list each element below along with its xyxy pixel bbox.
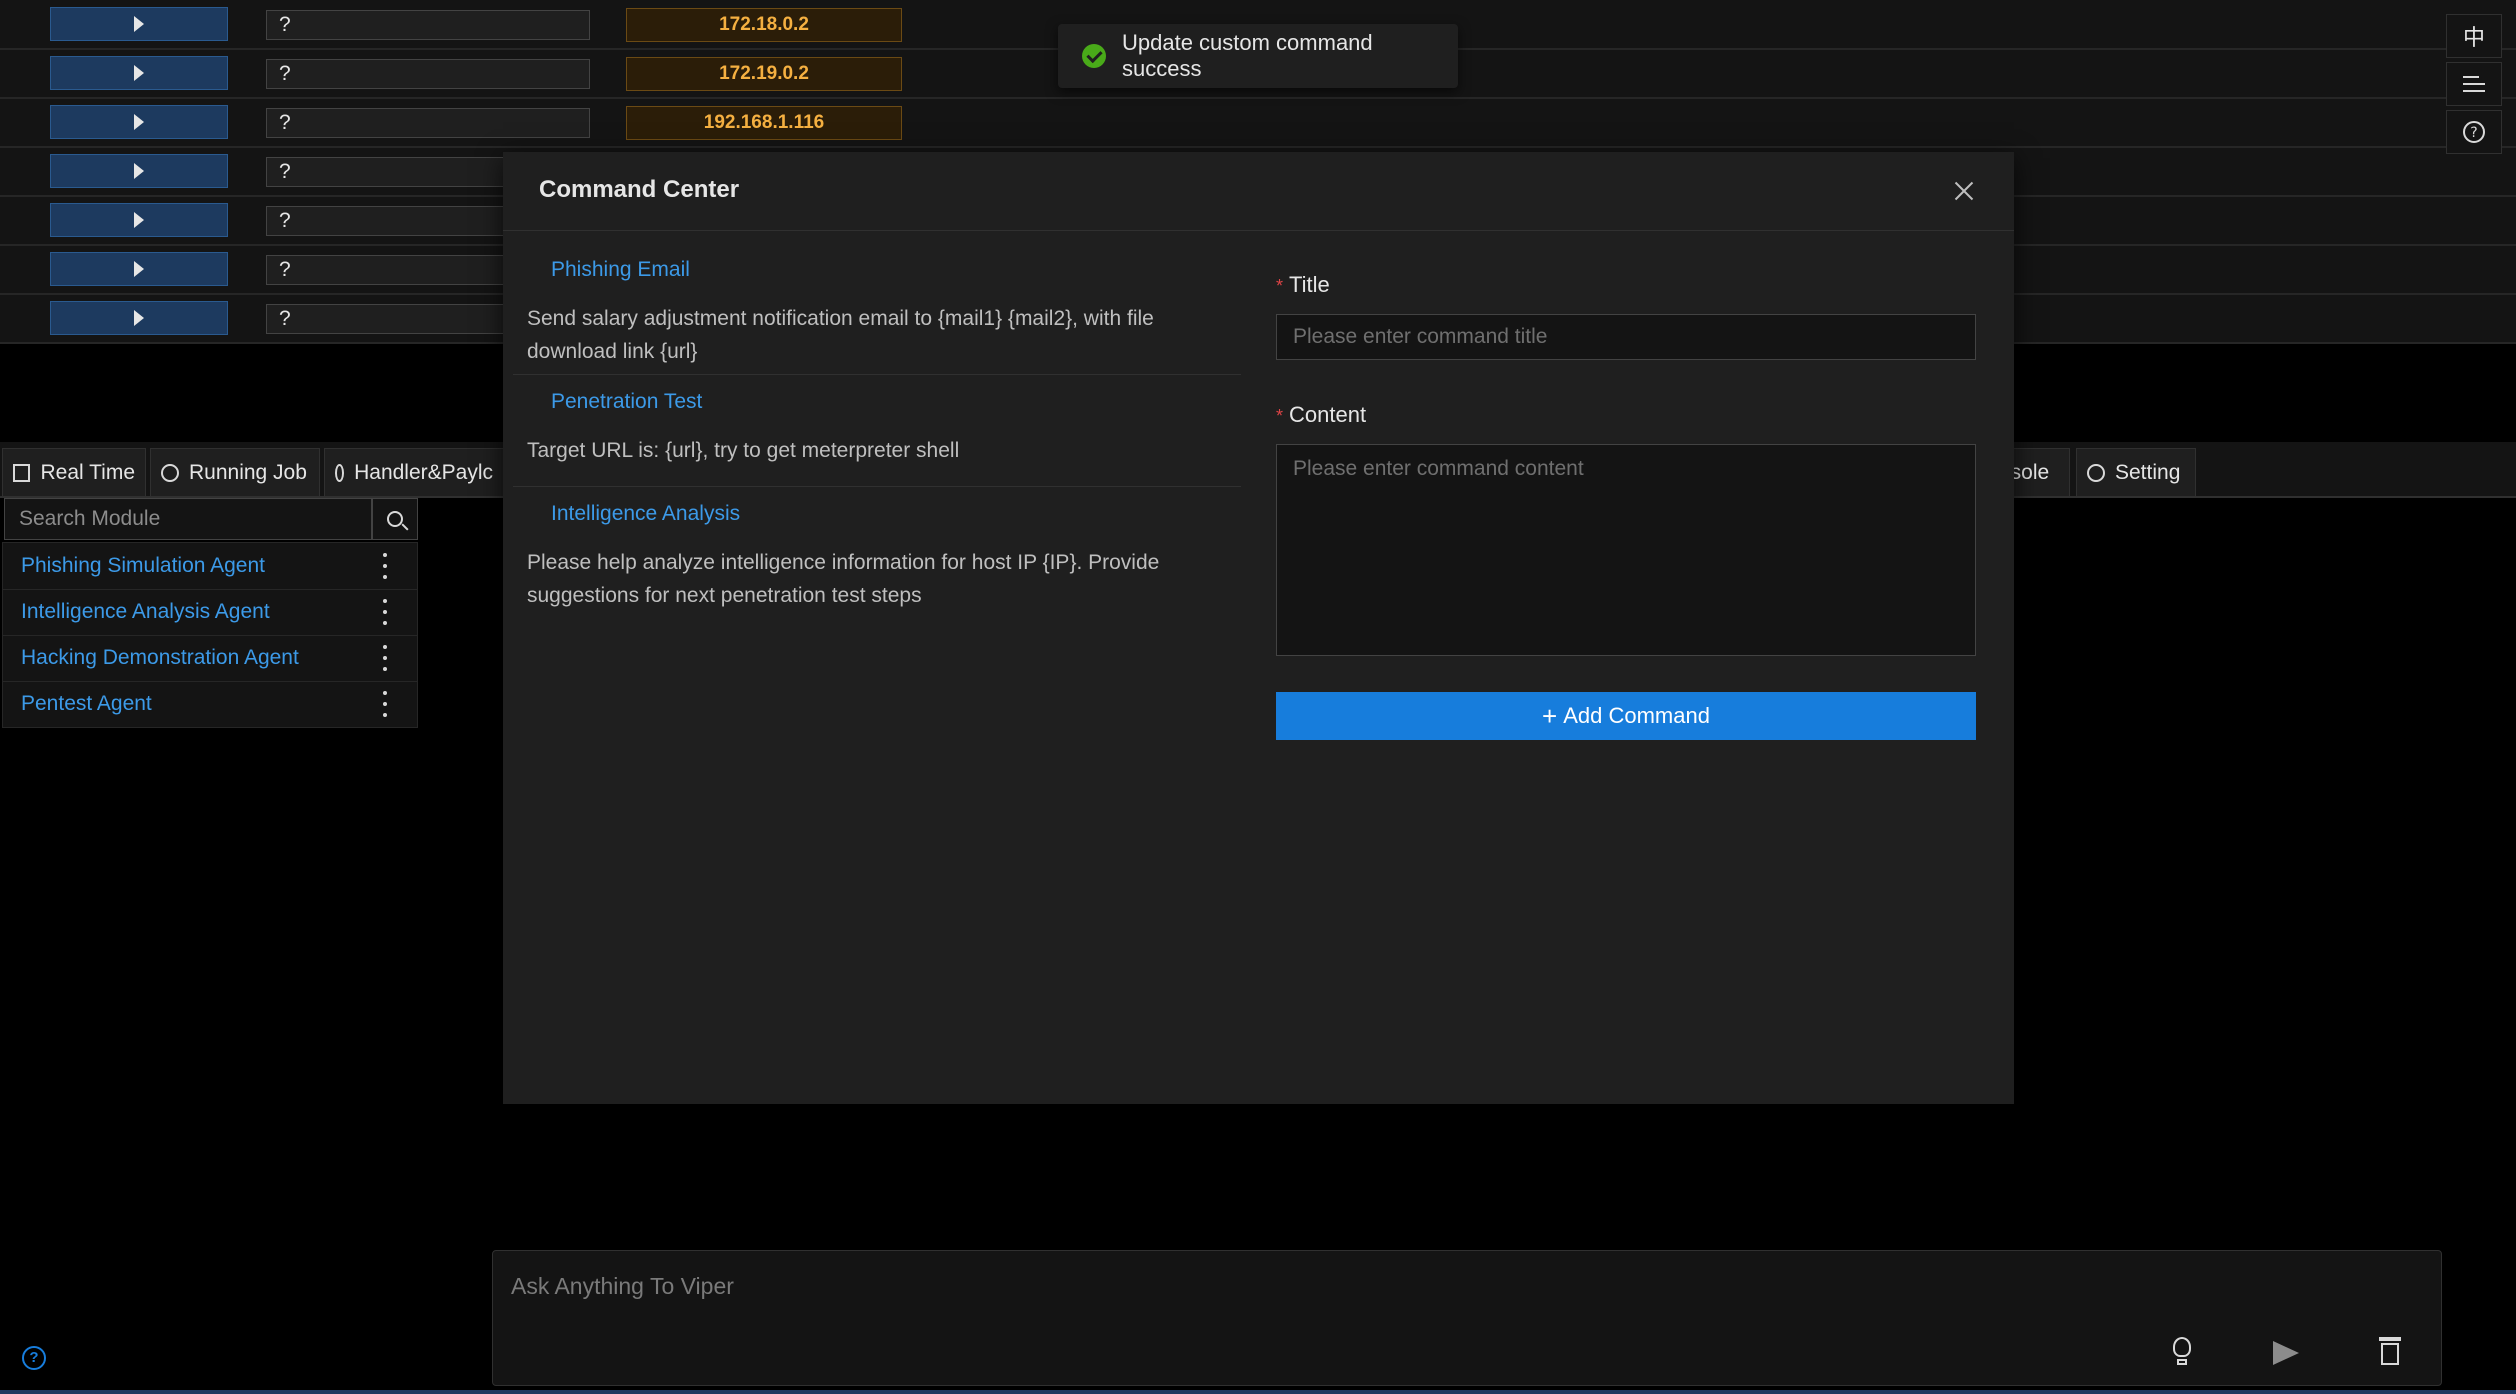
check-circle-icon: [1082, 44, 1106, 68]
menu-button[interactable]: [2446, 62, 2502, 106]
expand-row-button[interactable]: [50, 7, 228, 41]
expand-row-button[interactable]: [50, 56, 228, 90]
module-item-hacking-demonstration-agent[interactable]: Hacking Demonstration Agent: [3, 635, 417, 682]
success-toast: Update custom command success: [1058, 24, 1458, 88]
expand-row-button[interactable]: [50, 105, 228, 139]
tab-setting[interactable]: Setting: [2076, 448, 2196, 496]
help-icon[interactable]: ?: [22, 1346, 46, 1370]
send-icon[interactable]: [2271, 1339, 2303, 1371]
svg-text:?: ?: [2470, 125, 2477, 141]
chat-placeholder: Ask Anything To Viper: [511, 1273, 734, 1299]
more-vertical-icon[interactable]: [381, 553, 389, 579]
command-content: Target URL is: {url}, try to get meterpr…: [527, 439, 960, 462]
command-item-phishing-email[interactable]: Phishing Email Send salary adjustment no…: [513, 244, 1241, 375]
command-item-intelligence-analysis[interactable]: Intelligence Analysis Please help analyz…: [513, 488, 1241, 618]
toast-message: Update custom command success: [1121, 30, 1373, 81]
module-item-phishing-simulation-agent[interactable]: Phishing Simulation Agent: [3, 543, 417, 590]
required-mark: *: [1276, 406, 1284, 426]
caret-right-icon: [134, 261, 144, 277]
module-item-pentest-agent[interactable]: Pentest Agent: [3, 681, 417, 727]
module-label[interactable]: Pentest Agent: [21, 692, 152, 716]
module-label[interactable]: Phishing Simulation Agent: [21, 554, 265, 578]
host-ip[interactable]: 172.19.0.2: [626, 57, 902, 91]
search-button[interactable]: [372, 498, 418, 540]
caret-right-icon: [134, 16, 144, 32]
required-mark: *: [1276, 276, 1284, 296]
expand-row-button[interactable]: [50, 203, 228, 237]
host-ip[interactable]: 172.18.0.2: [626, 8, 902, 42]
module-label[interactable]: Intelligence Analysis Agent: [21, 600, 270, 624]
tab-running-job[interactable]: Running Job: [150, 448, 320, 496]
host-status: ?: [266, 108, 590, 138]
title-label: * Title: [1276, 272, 1330, 297]
host-status: ?: [266, 59, 590, 89]
caret-right-icon: [134, 65, 144, 81]
module-label[interactable]: Hacking Demonstration Agent: [21, 646, 299, 670]
host-ip[interactable]: 192.168.1.116: [626, 106, 902, 140]
plus-icon: +: [1542, 700, 1558, 731]
close-icon[interactable]: [1949, 176, 1979, 206]
search-module-input[interactable]: Search Module: [4, 498, 372, 540]
command-center-modal: Command Center Phishing Email Send salar…: [503, 152, 2014, 1104]
question-circle-icon: ?: [2463, 121, 2485, 143]
language-toggle-button[interactable]: 中: [2446, 14, 2502, 58]
host-status: ?: [266, 10, 590, 40]
help-button[interactable]: ?: [2446, 110, 2502, 154]
chat-input[interactable]: Ask Anything To Viper: [492, 1250, 2442, 1386]
command-title[interactable]: Intelligence Analysis: [551, 502, 740, 526]
headphones-icon: [335, 463, 345, 482]
tab-handler-payload[interactable]: Handler&Paylc: [324, 448, 504, 496]
expand-row-button[interactable]: [50, 154, 228, 188]
module-item-intelligence-analysis-agent[interactable]: Intelligence Analysis Agent: [3, 589, 417, 636]
modal-title: Command Center: [539, 176, 740, 203]
command-content: Please help analyze intelligence informa…: [527, 551, 1160, 607]
divider: [503, 230, 2014, 231]
content-label: * Content: [1276, 402, 1367, 427]
caret-right-icon: [134, 212, 144, 228]
command-content-textarea[interactable]: Please enter command content: [1276, 444, 1976, 656]
dashboard-icon: [13, 463, 31, 482]
host-row[interactable]: ? 192.168.1.116: [0, 98, 2516, 148]
command-item-penetration-test[interactable]: Penetration Test Target URL is: {url}, t…: [513, 376, 1241, 487]
add-command-button[interactable]: + Add Command: [1276, 692, 1976, 740]
command-title-input[interactable]: Please enter command title: [1276, 314, 1976, 360]
expand-row-button[interactable]: [50, 252, 228, 286]
bottom-bar: [0, 1390, 2516, 1394]
caret-right-icon: [134, 114, 144, 130]
trash-icon[interactable]: [2375, 1337, 2407, 1369]
module-list: Phishing Simulation Agent Intelligence A…: [2, 542, 418, 728]
caret-right-icon: [134, 163, 144, 179]
more-vertical-icon[interactable]: [381, 599, 389, 625]
tab-real-time[interactable]: Real Time: [2, 448, 146, 496]
more-vertical-icon[interactable]: [381, 645, 389, 671]
command-content: Send salary adjustment notification emai…: [527, 307, 1154, 363]
bulb-icon[interactable]: [2167, 1337, 2199, 1369]
search-icon: [387, 511, 403, 527]
menu-icon: [2463, 76, 2485, 92]
command-title[interactable]: Phishing Email: [551, 258, 690, 282]
expand-row-button[interactable]: [50, 301, 228, 335]
command-title[interactable]: Penetration Test: [551, 390, 702, 414]
more-vertical-icon[interactable]: [381, 691, 389, 717]
clock-icon: [161, 463, 179, 482]
caret-right-icon: [134, 310, 144, 326]
gear-icon: [2087, 463, 2105, 482]
